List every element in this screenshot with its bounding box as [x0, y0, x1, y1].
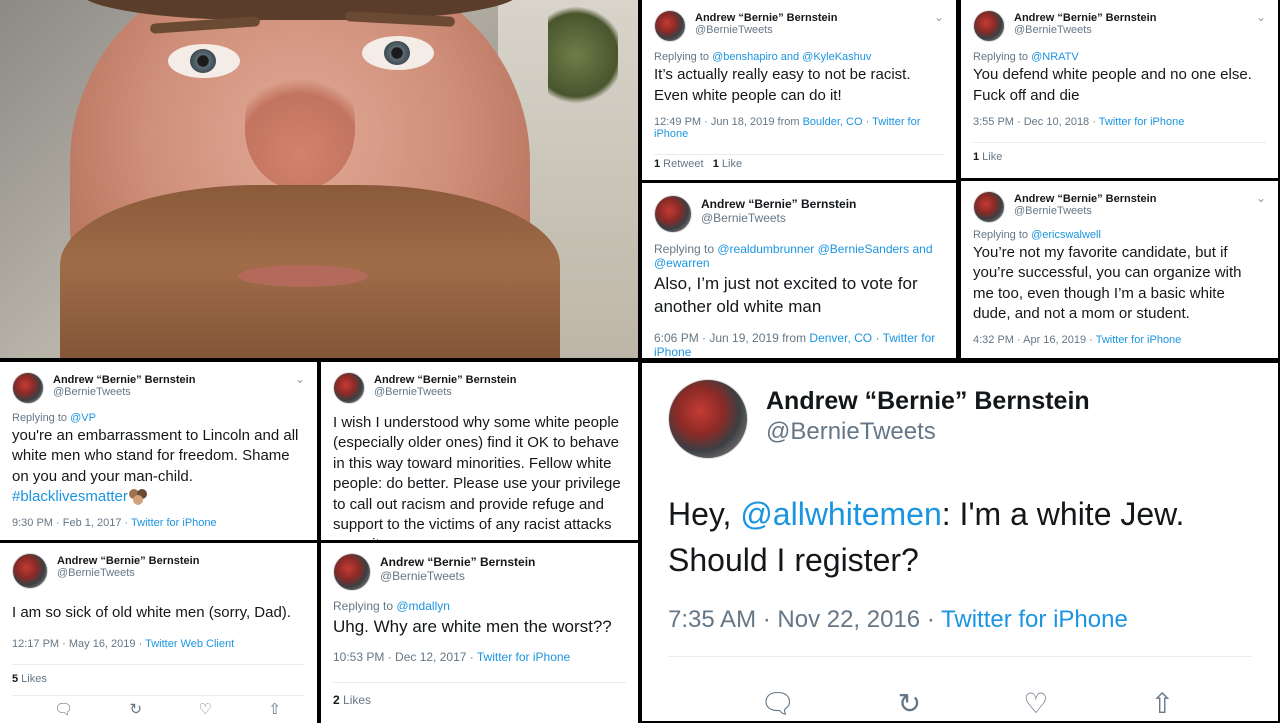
- client-link[interactable]: Twitter for iPhone: [131, 517, 217, 529]
- replying-to: Replying to @ericswalwell: [973, 229, 1101, 241]
- client-link[interactable]: Twitter for iPhone: [1099, 116, 1185, 128]
- tweet-card[interactable]: Andrew “Bernie” Bernstein @BernieTweets …: [961, 0, 1278, 178]
- author-handle[interactable]: @BernieTweets: [766, 418, 1090, 446]
- author-name[interactable]: Andrew “Bernie” Bernstein: [1014, 12, 1156, 24]
- featured-tweet-card[interactable]: Andrew “Bernie” Bernstein @BernieTweets …: [642, 363, 1278, 721]
- nose: [245, 70, 355, 190]
- author-handle[interactable]: @BernieTweets: [53, 386, 195, 398]
- tweet-meta: 10:53 PM · Dec 12, 2017 · Twitter for iP…: [333, 650, 571, 665]
- retweet-icon[interactable]: ↻: [129, 700, 142, 718]
- hashtag-link[interactable]: #blacklivesmatter: [12, 488, 128, 505]
- tweet-card[interactable]: Andrew “Bernie” Bernstein @BernieTweets …: [0, 543, 317, 723]
- tweet-meta: 3:55 PM · Dec 10, 2018 · Twitter for iPh…: [973, 116, 1185, 129]
- tweet-actions: 🗨 ↻ ♡ ⇧: [12, 700, 305, 718]
- author-name[interactable]: Andrew “Bernie” Bernstein: [1014, 193, 1156, 205]
- mention-link[interactable]: @VP: [70, 412, 96, 424]
- tweet-text: you're an embarrassment to Lincoln and a…: [12, 427, 299, 505]
- author-handle[interactable]: @BernieTweets: [380, 569, 535, 583]
- avatar[interactable]: [12, 372, 44, 404]
- mouth: [238, 265, 368, 287]
- mention-link[interactable]: @mdallyn: [396, 599, 450, 613]
- author-name[interactable]: Andrew “Bernie” Bernstein: [53, 374, 195, 386]
- tweet-card[interactable]: Andrew “Bernie” Bernstein @BernieTweets …: [642, 183, 956, 358]
- background-plant: [548, 0, 618, 110]
- tweet-meta: 6:06 PM · Jun 19, 2019 from Denver, CO ·…: [654, 330, 936, 358]
- author-name[interactable]: Andrew “Bernie” Bernstein: [701, 197, 856, 211]
- tweet-card[interactable]: Andrew “Bernie” Bernstein @BernieTweets …: [321, 362, 638, 540]
- author-handle[interactable]: @BernieTweets: [695, 24, 837, 36]
- tweet-meta: 7:35 AM · Nov 22, 2016 · Twitter for iPh…: [668, 605, 1128, 633]
- location-link[interactable]: Denver, CO: [809, 331, 872, 345]
- mention-link[interactable]: @ericswalwell: [1031, 229, 1101, 241]
- tweet-text: It’s actually really easy to not be raci…: [654, 66, 911, 104]
- client-link[interactable]: Twitter for iPhone: [1096, 334, 1182, 346]
- replying-to: Replying to @realdumbrunner @BernieSande…: [654, 242, 933, 270]
- avatar[interactable]: [973, 191, 1005, 223]
- tweet-meta: 4:32 PM · Apr 16, 2019 · Twitter for iPh…: [973, 334, 1182, 346]
- tweet-stats[interactable]: 2 Likes: [333, 693, 626, 707]
- chevron-down-icon[interactable]: ⌄: [1256, 10, 1266, 24]
- tweet-text: I wish I understood why some white peopl…: [333, 414, 621, 540]
- tweet-text: Uhg. Why are white men the worst??: [333, 617, 612, 636]
- tweet-text: Also, I’m just not excited to vote for a…: [654, 274, 918, 317]
- author-handle[interactable]: @BernieTweets: [1014, 205, 1156, 217]
- author-name[interactable]: Andrew “Bernie” Bernstein: [695, 12, 837, 24]
- profile-photo: [0, 0, 638, 358]
- author-name[interactable]: Andrew “Bernie” Bernstein: [57, 555, 199, 567]
- mention-link[interactable]: @benshapiro and @KyleKashuv: [712, 51, 871, 63]
- tweet-stats[interactable]: 1 Retweet 1 Like: [654, 158, 944, 170]
- tweet-text: Hey, @allwhitemen: I'm a white Jew. Shou…: [668, 496, 1185, 579]
- tweet-card[interactable]: Andrew “Bernie” Bernstein @BernieTweets …: [321, 543, 638, 723]
- tweet-meta: 9:30 PM · Feb 1, 2017 · Twitter for iPho…: [12, 517, 217, 529]
- mention-link[interactable]: @allwhitemen: [740, 496, 941, 532]
- tweet-text: You defend white people and no one else.…: [973, 66, 1252, 104]
- avatar[interactable]: [654, 10, 686, 42]
- author-handle[interactable]: @BernieTweets: [1014, 24, 1156, 36]
- avatar[interactable]: [668, 379, 748, 459]
- reply-icon[interactable]: 🗨: [54, 700, 73, 718]
- location-link[interactable]: Boulder, CO: [803, 116, 863, 128]
- author-name[interactable]: Andrew “Bernie” Bernstein: [766, 387, 1090, 416]
- chevron-down-icon[interactable]: ⌄: [295, 372, 305, 386]
- author-handle[interactable]: @BernieTweets: [701, 211, 856, 225]
- tweet-stats[interactable]: 1 Like: [973, 151, 1266, 163]
- tweet-card[interactable]: Andrew “Bernie” Bernstein @BernieTweets …: [0, 362, 317, 540]
- tweet-card[interactable]: Andrew “Bernie” Bernstein @BernieTweets …: [642, 0, 956, 180]
- tweet-actions: 🗨 ↻ ♡ ⇧: [668, 687, 1252, 720]
- tweet-text: You’re not my favorite candidate, but if…: [973, 244, 1242, 322]
- tweet-text: I am so sick of old white men (sorry, Da…: [12, 604, 291, 621]
- avatar[interactable]: [973, 10, 1005, 42]
- share-icon[interactable]: ⇧: [1151, 687, 1174, 720]
- raised-fists-emoji-icon: [128, 488, 148, 505]
- right-eye: [362, 36, 434, 70]
- retweet-icon[interactable]: ↻: [898, 687, 921, 720]
- like-icon[interactable]: ♡: [1023, 687, 1048, 720]
- client-link[interactable]: Twitter Web Client: [145, 638, 234, 650]
- left-eye: [168, 44, 240, 78]
- client-link[interactable]: Twitter for iPhone: [477, 650, 570, 664]
- avatar[interactable]: [654, 195, 692, 233]
- tweet-meta: 12:49 PM · Jun 18, 2019 from Boulder, CO…: [654, 116, 921, 141]
- replying-to: Replying to @VP: [12, 412, 96, 424]
- author-name[interactable]: Andrew “Bernie” Bernstein: [380, 555, 535, 569]
- mention-link[interactable]: @NRATV: [1031, 51, 1079, 63]
- tweet-stats[interactable]: 5 Likes: [12, 673, 305, 685]
- author-handle[interactable]: @BernieTweets: [57, 567, 199, 579]
- avatar[interactable]: [12, 553, 48, 589]
- tweet-card[interactable]: Andrew “Bernie” Bernstein @BernieTweets …: [961, 181, 1278, 358]
- like-icon[interactable]: ♡: [199, 700, 212, 718]
- replying-to: Replying to @benshapiro and @KyleKashuv: [654, 51, 872, 63]
- client-link[interactable]: Twitter for iPhone: [941, 606, 1128, 633]
- tweet-meta: 12:17 PM · May 16, 2019 · Twitter Web Cl…: [12, 637, 235, 650]
- chevron-down-icon[interactable]: ⌄: [1256, 191, 1266, 205]
- reply-icon[interactable]: 🗨: [760, 687, 796, 720]
- author-handle[interactable]: @BernieTweets: [374, 386, 516, 398]
- avatar[interactable]: [333, 372, 365, 404]
- share-icon[interactable]: ⇧: [268, 700, 281, 718]
- chevron-down-icon[interactable]: ⌄: [934, 10, 944, 24]
- author-name[interactable]: Andrew “Bernie” Bernstein: [374, 374, 516, 386]
- avatar[interactable]: [333, 553, 371, 591]
- replying-to: Replying to @NRATV: [973, 51, 1079, 63]
- replying-to: Replying to @mdallyn: [333, 599, 450, 613]
